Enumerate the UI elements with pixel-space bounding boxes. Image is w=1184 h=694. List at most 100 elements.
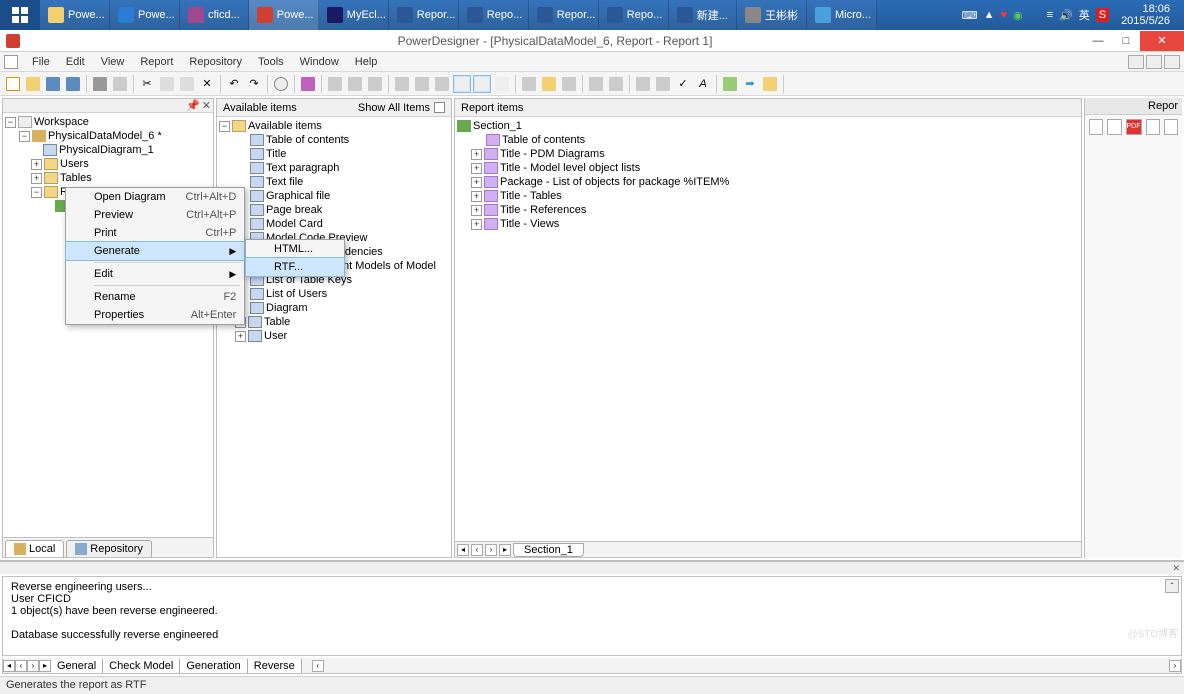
mdi-minimize[interactable]	[1128, 55, 1144, 69]
menu-help[interactable]: Help	[347, 54, 386, 70]
ctx-rename[interactable]: RenameF2	[66, 288, 244, 306]
tb-button[interactable]	[346, 75, 364, 93]
find-button[interactable]	[272, 75, 290, 93]
new-button[interactable]	[4, 75, 22, 93]
tb-button[interactable]	[560, 75, 578, 93]
ctx-open-diagram[interactable]: Open DiagramCtrl+Alt+D	[66, 188, 244, 206]
tb-button[interactable]	[721, 75, 739, 93]
tray-icon[interactable]: ◉	[1013, 9, 1023, 22]
tb-button[interactable]	[634, 75, 652, 93]
pin-icon[interactable]: 📌	[186, 99, 200, 112]
available-item[interactable]: Model Card	[219, 217, 449, 231]
tool-icon[interactable]: PDF	[1126, 119, 1142, 135]
taskbar-item[interactable]: cficd...	[180, 0, 249, 30]
mdi-icon[interactable]	[4, 55, 18, 69]
menu-file[interactable]: File	[24, 54, 58, 70]
taskbar-item[interactable]: 新建...	[669, 0, 737, 30]
tb-button[interactable]	[453, 75, 471, 93]
saveall-button[interactable]	[64, 75, 82, 93]
tb-button[interactable]: ✓	[674, 75, 692, 93]
close-button[interactable]: ✕	[1140, 31, 1184, 51]
tb-button[interactable]: ➡	[741, 75, 759, 93]
report-item[interactable]: +Title - Model level object lists	[457, 161, 1079, 175]
tree-folder-users[interactable]: +Users	[5, 157, 211, 171]
tb-button[interactable]	[493, 75, 511, 93]
tray-icon[interactable]: ⌨	[962, 9, 978, 22]
tray-icon[interactable]: ▲	[984, 9, 995, 21]
tb-button[interactable]	[366, 75, 384, 93]
taskbar-item[interactable]: Repor...	[529, 0, 599, 30]
mdi-restore[interactable]	[1146, 55, 1162, 69]
available-item[interactable]: Table of contents	[219, 133, 449, 147]
menu-window[interactable]: Window	[292, 54, 347, 70]
menu-report[interactable]: Report	[132, 54, 181, 70]
taskbar-item[interactable]: Powe...	[110, 0, 180, 30]
tab-nav-last[interactable]: ▸	[499, 544, 511, 556]
report-item[interactable]: +Title - Views	[457, 217, 1079, 231]
tray-icon[interactable]: S	[1096, 8, 1109, 22]
report-item[interactable]: +Title - PDM Diagrams	[457, 147, 1079, 161]
report-item[interactable]: +Title - References	[457, 203, 1079, 217]
undo-button[interactable]: ↶	[225, 75, 243, 93]
tool-icon[interactable]	[1107, 119, 1121, 135]
available-item[interactable]: +User	[219, 329, 449, 343]
preview-button[interactable]	[111, 75, 129, 93]
taskbar-item[interactable]: Powe...	[249, 0, 319, 30]
taskbar-item[interactable]: Repo...	[459, 0, 529, 30]
tab-nav-next[interactable]: ›	[485, 544, 497, 556]
minimize-button[interactable]: —	[1084, 31, 1112, 51]
tb-button[interactable]	[433, 75, 451, 93]
menu-repository[interactable]: Repository	[181, 54, 250, 70]
taskbar-clock[interactable]: 18:06 2015/5/26	[1115, 3, 1176, 27]
tree-model[interactable]: −PhysicalDataModel_6 *	[5, 129, 211, 143]
report-item[interactable]: Table of contents	[457, 133, 1079, 147]
tray-icon[interactable]: 🔊	[1059, 9, 1073, 22]
scroll-up-icon[interactable]: ˆ	[1165, 579, 1179, 593]
ctx-properties[interactable]: PropertiesAlt+Enter	[66, 306, 244, 324]
tb-button[interactable]	[540, 75, 558, 93]
tray-icon[interactable]: ≡	[1047, 9, 1053, 21]
tb-button[interactable]	[326, 75, 344, 93]
taskbar-item[interactable]: Repor...	[389, 0, 459, 30]
paste-button[interactable]	[178, 75, 196, 93]
tool-icon[interactable]	[1089, 119, 1103, 135]
tab-section[interactable]: Section_1	[513, 543, 584, 557]
menu-edit[interactable]: Edit	[58, 54, 93, 70]
ctx-generate[interactable]: Generate▶	[65, 241, 245, 261]
ctx-sub-rtf[interactable]: RTF...	[245, 257, 345, 277]
taskbar-item[interactable]: Micro...	[807, 0, 877, 30]
delete-button[interactable]: ✕	[198, 75, 216, 93]
available-item[interactable]: Diagram	[219, 301, 449, 315]
taskbar-item[interactable]: Powe...	[40, 0, 110, 30]
available-item[interactable]: Text file	[219, 175, 449, 189]
tb-button[interactable]	[520, 75, 538, 93]
save-button[interactable]	[44, 75, 62, 93]
redo-button[interactable]: ↷	[245, 75, 263, 93]
tb-button[interactable]	[587, 75, 605, 93]
available-item[interactable]: +Table	[219, 315, 449, 329]
tray-icon[interactable]: ♥	[1000, 9, 1007, 21]
tb-button[interactable]	[413, 75, 431, 93]
open-button[interactable]	[24, 75, 42, 93]
tree-diagram[interactable]: PhysicalDiagram_1	[5, 143, 211, 157]
tb-button[interactable]	[761, 75, 779, 93]
close-icon[interactable]: ✕	[1172, 563, 1180, 574]
cut-button[interactable]: ✂	[138, 75, 156, 93]
available-item[interactable]: List of Users	[219, 287, 449, 301]
tray-icon[interactable]: 英	[1079, 7, 1090, 23]
tool-icon[interactable]	[1164, 119, 1178, 135]
tab-repository[interactable]: Repository	[66, 540, 152, 557]
report-section[interactable]: Section_1	[457, 119, 1079, 133]
tab-nav-prev[interactable]: ‹	[471, 544, 483, 556]
ctx-preview[interactable]: PreviewCtrl+Alt+P	[66, 206, 244, 224]
tb-button[interactable]	[654, 75, 672, 93]
taskbar-item[interactable]: 王彬彬	[737, 0, 807, 30]
available-item[interactable]: Text paragraph	[219, 161, 449, 175]
ctx-sub-html[interactable]: HTML...	[246, 240, 344, 258]
tb-button[interactable]	[473, 75, 491, 93]
available-item[interactable]: Graphical file	[219, 189, 449, 203]
start-button[interactable]	[0, 0, 40, 30]
ctx-edit[interactable]: Edit▶	[66, 265, 244, 283]
tab-nav-first[interactable]: ◂	[457, 544, 469, 556]
available-item[interactable]: Title	[219, 147, 449, 161]
